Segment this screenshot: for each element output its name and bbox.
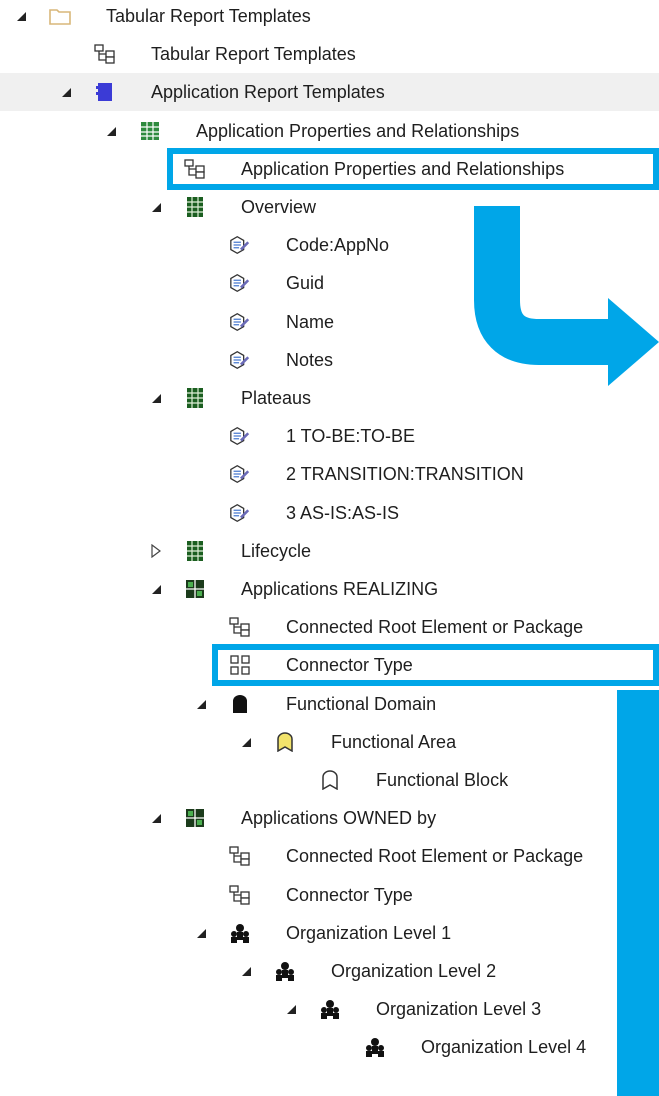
tree-item[interactable]: Notes [0, 341, 659, 379]
tree-item-label: Functional Area [331, 731, 457, 752]
tree-item-label: Tabular Report Templates [151, 44, 356, 65]
tree-item[interactable]: Functional Area [0, 723, 659, 761]
functional-area-icon [274, 731, 296, 753]
tree-item[interactable]: Tabular Report Templates [0, 35, 659, 73]
tree-item[interactable]: Connected Root Element or Package [0, 608, 659, 646]
tree-item[interactable]: Organization Level 3 [0, 990, 659, 1028]
tree-item[interactable]: 3 AS-IS:AS-IS [0, 494, 659, 532]
tree-item[interactable]: Connector Type [0, 646, 659, 684]
tree-item-label: 1 TO-BE:TO-BE [286, 426, 416, 447]
tree-item-label: Applications OWNED by [241, 808, 437, 829]
tree-item[interactable]: Application Report Templates [0, 73, 659, 112]
organization-icon [319, 998, 341, 1020]
property-icon [229, 463, 251, 485]
connector-type-icon [229, 654, 251, 676]
tree-item-label: Name [286, 311, 335, 332]
report-template-icon [184, 158, 206, 180]
expander-expanded-icon[interactable] [194, 697, 208, 711]
tree-item-label: Organization Level 1 [286, 922, 452, 943]
report-template-icon [229, 616, 251, 638]
tree-item[interactable]: 1 TO-BE:TO-BE [0, 417, 659, 455]
tree-item[interactable]: Functional Domain [0, 685, 659, 723]
tree-item-label: Functional Block [376, 769, 509, 790]
section-icon [184, 540, 206, 562]
package-icon [94, 81, 116, 103]
tree-item[interactable]: Application Properties and Relationships [0, 112, 659, 150]
tree-item[interactable]: Plateaus [0, 379, 659, 417]
expander-expanded-icon[interactable] [149, 811, 163, 825]
tree-item-label: Plateaus [241, 387, 312, 408]
expander-expanded-icon[interactable] [149, 582, 163, 596]
tree-item[interactable]: Code:AppNo [0, 226, 659, 264]
expander-expanded-icon[interactable] [284, 1002, 298, 1016]
relationship-table-icon [184, 578, 206, 600]
property-icon [229, 349, 251, 371]
tree-item[interactable]: Functional Block [0, 761, 659, 799]
report-template-icon [229, 845, 251, 867]
tree-item-label: Functional Domain [286, 693, 437, 714]
tree-item[interactable]: 2 TRANSITION:TRANSITION [0, 455, 659, 493]
folder-icon [49, 5, 71, 27]
property-icon [229, 272, 251, 294]
expander-expanded-icon[interactable] [104, 124, 118, 138]
section-icon [184, 387, 206, 409]
tree-item[interactable]: Connected Root Element or Package [0, 837, 659, 875]
tree-item-label: 2 TRANSITION:TRANSITION [286, 464, 524, 485]
tree-item[interactable]: Application Properties and Relationships [0, 150, 659, 188]
organization-icon [364, 1036, 386, 1058]
tree-item-label: Organization Level 4 [421, 1037, 587, 1058]
tree-item-label: Connector Type [286, 884, 413, 905]
tree-item-label: Connected Root Element or Package [286, 617, 584, 638]
expander-expanded-icon[interactable] [14, 9, 28, 23]
tree-item-label: Applications REALIZING [241, 578, 439, 599]
property-icon [229, 311, 251, 333]
tree-item-label: Application Report Templates [151, 82, 385, 103]
tree-item[interactable]: Name [0, 303, 659, 341]
tree-item-label: Overview [241, 196, 317, 217]
property-icon [229, 234, 251, 256]
property-icon [229, 425, 251, 447]
tree-item[interactable]: Applications REALIZING [0, 570, 659, 608]
tree-item-label: 3 AS-IS:AS-IS [286, 502, 400, 523]
tree-item-label: Application Properties and Relationships [196, 120, 520, 141]
report-template-icon [229, 884, 251, 906]
tree-item-label: Organization Level 3 [376, 999, 542, 1020]
table-icon [139, 120, 161, 142]
report-template-icon [94, 43, 116, 65]
expander-expanded-icon[interactable] [59, 85, 73, 99]
report-template-tree: Tabular Report Templates Tabular Report … [0, 0, 659, 1096]
tree-item-label: Connector Type [286, 655, 413, 676]
tree-item-label: Application Properties and Relationships [241, 158, 565, 179]
tree-item[interactable]: Overview [0, 188, 659, 226]
property-icon [229, 502, 251, 524]
functional-domain-icon [229, 693, 251, 715]
expander-expanded-icon[interactable] [194, 926, 208, 940]
tree-item-label: Tabular Report Templates [106, 5, 311, 26]
expander-expanded-icon[interactable] [239, 735, 253, 749]
expander-expanded-icon[interactable] [149, 200, 163, 214]
tree-item-label: Guid [286, 273, 325, 294]
tree-item-label: Connected Root Element or Package [286, 846, 584, 867]
expander-expanded-icon[interactable] [149, 391, 163, 405]
tree-item[interactable]: Organization Level 1 [0, 914, 659, 952]
tree-item[interactable]: Organization Level 2 [0, 952, 659, 990]
tree-item-label: Lifecycle [241, 540, 312, 561]
relationship-table-icon [184, 807, 206, 829]
organization-icon [274, 960, 296, 982]
tree-item[interactable]: Tabular Report Templates [0, 0, 659, 35]
tree-item[interactable]: Applications OWNED by [0, 799, 659, 837]
expander-collapsed-icon[interactable] [149, 543, 163, 558]
tree-item-label: Code:AppNo [286, 235, 390, 256]
expander-expanded-icon[interactable] [239, 964, 253, 978]
functional-block-icon [319, 769, 341, 791]
tree-item-label: Organization Level 2 [331, 960, 497, 981]
tree-item[interactable]: Organization Level 4 [0, 1028, 659, 1066]
organization-icon [229, 922, 251, 944]
section-icon [184, 196, 206, 218]
tree-item[interactable]: Guid [0, 264, 659, 302]
tree-item[interactable]: Lifecycle [0, 532, 659, 570]
tree-item-label: Notes [286, 349, 334, 370]
tree-item[interactable]: Connector Type [0, 876, 659, 914]
